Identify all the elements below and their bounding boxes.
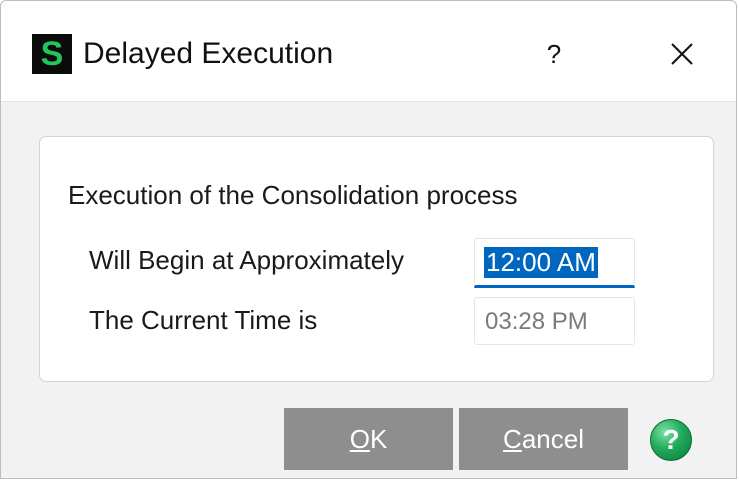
execution-group-box: Execution of the Consolidation process W… [39, 136, 714, 382]
ok-button-label-rest: K [369, 424, 388, 454]
close-icon [671, 43, 693, 65]
help-icon[interactable]: ? [650, 419, 692, 461]
current-time-field: 03:28 PM [474, 297, 635, 345]
current-time-label: The Current Time is [89, 305, 318, 335]
title-help-button[interactable]: ? [531, 31, 577, 77]
dialog-window: S Delayed Execution ? Execution of the C… [0, 0, 737, 479]
begin-time-input[interactable]: 12:00 AM [474, 238, 635, 288]
close-button[interactable] [656, 31, 708, 77]
begin-time-value: 12:00 AM [484, 247, 598, 278]
cancel-button-label-rest: ancel [521, 424, 584, 454]
group-title: Execution of the Consolidation process [68, 180, 518, 210]
cancel-button-accelerator: C [503, 424, 522, 454]
current-time-value: 03:28 PM [485, 308, 588, 335]
cancel-button[interactable]: Cancel [459, 408, 628, 470]
title-bar: S Delayed Execution ? [1, 1, 736, 101]
ok-button-accelerator: O [349, 424, 370, 454]
dialog-body: Execution of the Consolidation process W… [1, 101, 736, 478]
ok-button[interactable]: OK [284, 408, 453, 470]
dialog-title: Delayed Execution [83, 37, 334, 70]
sage-app-icon: S [32, 34, 72, 74]
begin-time-label: Will Begin at Approximately [89, 245, 405, 275]
